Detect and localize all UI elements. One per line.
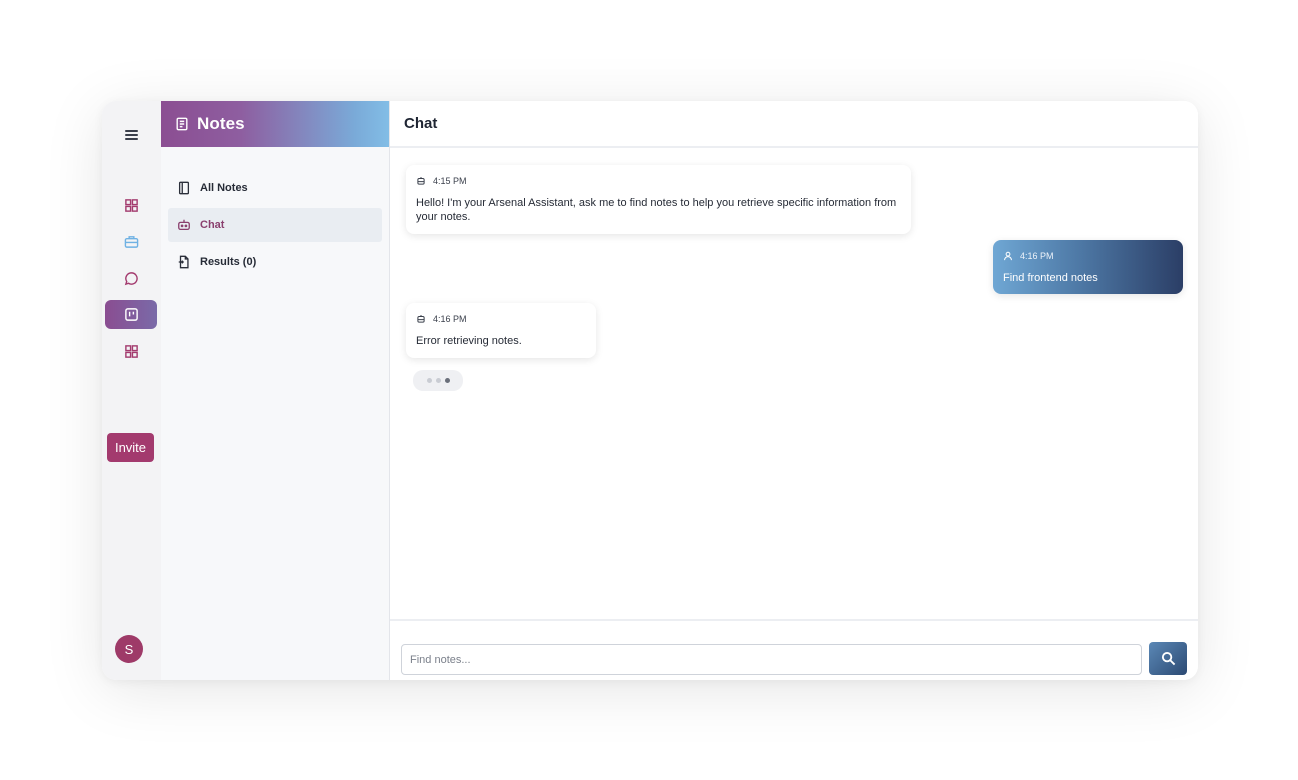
sidebar-item-label: All Notes	[200, 182, 248, 194]
chat-pane: Chat 4:15 PM Hello! I'm your Arsenal Ass…	[390, 101, 1198, 680]
search-button[interactable]	[1149, 642, 1187, 675]
typing-dot	[435, 378, 441, 383]
chat-header: Chat	[390, 101, 1198, 148]
message-text: Hello! I'm your Arsenal Assistant, ask m…	[416, 197, 897, 223]
rail-apps-button[interactable]	[105, 337, 157, 366]
briefcase-icon	[124, 236, 138, 248]
message-meta: 4:15 PM	[416, 174, 901, 188]
message-list: 4:15 PM Hello! I'm your Arsenal Assistan…	[390, 148, 1198, 619]
notes-sidebar: Notes All Notes Chat Results (0)	[161, 101, 390, 680]
rail-chat-button[interactable]	[105, 264, 157, 293]
rail-notes-button[interactable]	[105, 300, 157, 329]
robot-icon	[178, 219, 190, 231]
rail-dashboard-button[interactable]	[105, 191, 157, 220]
message-time: 4:16 PM	[433, 314, 467, 324]
message-time: 4:16 PM	[1020, 251, 1054, 261]
page-title: Chat	[404, 115, 438, 132]
assistant-message: 4:15 PM Hello! I'm your Arsenal Assistan…	[406, 165, 911, 234]
robot-icon	[417, 176, 425, 185]
assistant-message: 4:16 PM Error retrieving notes.	[406, 303, 596, 358]
rail-briefcase-button[interactable]	[105, 227, 157, 256]
user-message: 4:16 PM Find frontend notes	[993, 240, 1183, 294]
sidebar-nav: All Notes Chat Results (0)	[161, 147, 389, 279]
sidebar-item-label: Chat	[200, 219, 225, 231]
icon-rail: Invite S	[102, 101, 161, 680]
typing-indicator	[413, 370, 463, 391]
sidebar-header: Notes	[161, 101, 389, 147]
document-icon	[178, 255, 189, 269]
message-time: 4:15 PM	[433, 176, 467, 186]
sidebar-item-results[interactable]: Results (0)	[168, 245, 382, 279]
sidebar-item-all-notes[interactable]: All Notes	[168, 171, 382, 205]
typing-dot	[426, 378, 432, 383]
notes-icon	[176, 117, 188, 131]
grid-icon	[124, 345, 138, 358]
notes-board-icon	[124, 308, 138, 321]
sidebar-item-label: Results (0)	[200, 256, 257, 268]
invite-button[interactable]: Invite	[107, 433, 154, 462]
sidebar-title: Notes	[197, 114, 245, 133]
message-text: Find frontend notes	[1003, 272, 1098, 284]
robot-icon	[417, 314, 425, 323]
chat-bubble-icon	[124, 272, 138, 286]
app-window: Invite S Notes All Notes Chat Results (0…	[102, 101, 1198, 680]
menu-icon[interactable]	[121, 128, 141, 144]
notebook-icon	[178, 181, 190, 195]
sidebar-item-chat[interactable]: Chat	[168, 208, 382, 242]
search-icon	[1161, 651, 1175, 666]
search-input[interactable]	[401, 644, 1142, 675]
message-meta: 4:16 PM	[1003, 249, 1173, 263]
message-meta: 4:16 PM	[416, 312, 586, 326]
composer	[390, 619, 1198, 680]
avatar[interactable]: S	[115, 635, 143, 663]
message-text: Error retrieving notes.	[416, 335, 522, 347]
user-icon	[1004, 251, 1012, 261]
typing-dot	[444, 378, 450, 383]
grid-icon	[124, 199, 138, 212]
